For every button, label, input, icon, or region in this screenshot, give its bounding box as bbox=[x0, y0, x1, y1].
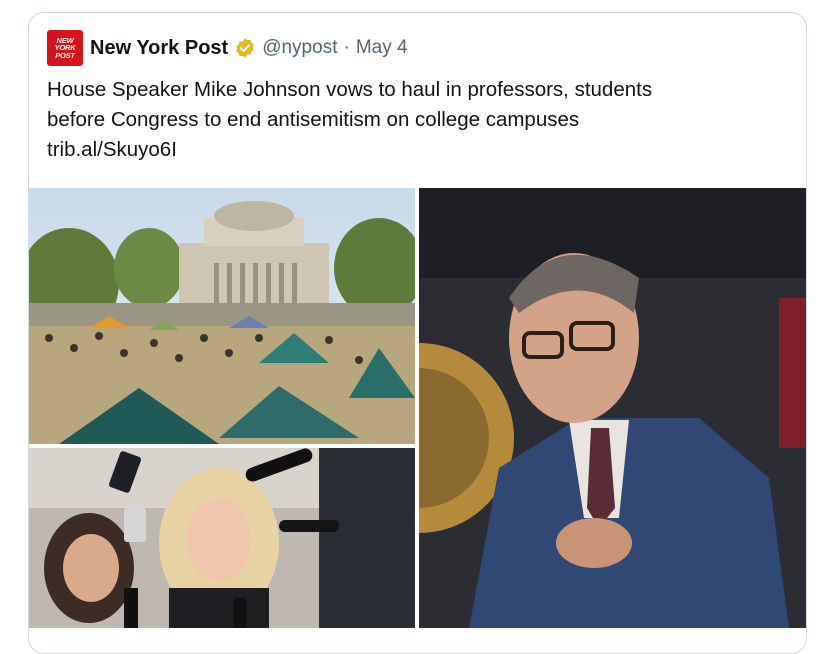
tweet-link[interactable]: trib.al/Skuyo6I bbox=[47, 135, 787, 165]
tweet-text-line: House Speaker Mike Johnson vows to haul … bbox=[47, 78, 653, 101]
house-speaker-portrait-photo[interactable] bbox=[419, 188, 806, 628]
author-name[interactable]: New York Post bbox=[90, 37, 228, 60]
post-date[interactable]: May 4 bbox=[356, 37, 408, 59]
campus-protest-encampment-photo[interactable] bbox=[29, 188, 415, 444]
congresswoman-press-scrum-photo[interactable] bbox=[29, 448, 415, 628]
tweet-card[interactable]: NEW YORK POST New York Post @nypost · Ma… bbox=[28, 12, 807, 654]
logo-line: POST bbox=[55, 50, 75, 60]
tweet-header: NEW YORK POST New York Post @nypost · Ma… bbox=[47, 30, 408, 66]
media-grid bbox=[29, 188, 806, 628]
author-handle[interactable]: @nypost bbox=[262, 37, 337, 59]
new-york-post-logo[interactable]: NEW YORK POST bbox=[47, 30, 83, 66]
tweet-text-line: before Congress to end antisemitism on c… bbox=[47, 108, 580, 131]
separator-dot: · bbox=[343, 37, 350, 58]
tweet-text: House Speaker Mike Johnson vows to haul … bbox=[47, 75, 787, 165]
verified-badge-icon[interactable] bbox=[234, 37, 256, 59]
